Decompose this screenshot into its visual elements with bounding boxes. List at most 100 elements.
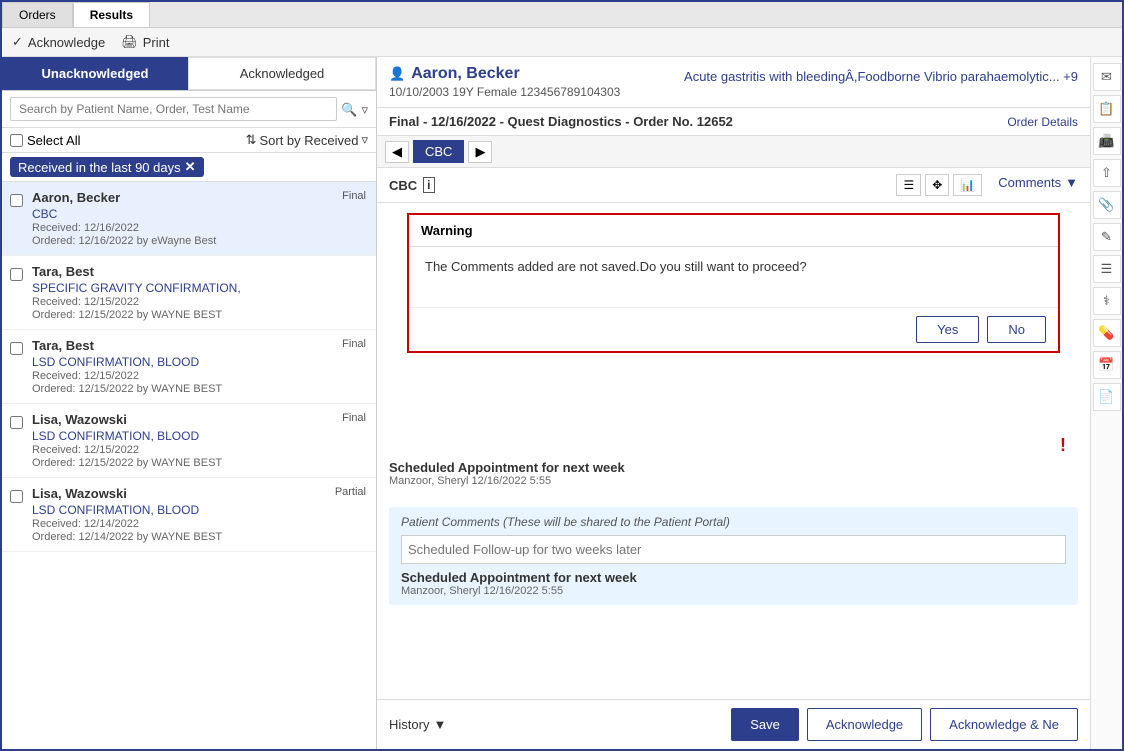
list-item[interactable]: Tara, Best SPECIFIC GRAVITY CONFIRMATION…	[2, 256, 376, 330]
warning-yes-button[interactable]: Yes	[916, 316, 979, 343]
order-details-link[interactable]: Order Details	[1007, 115, 1078, 129]
patient-test: CBC	[32, 207, 366, 221]
patient-ordered: Ordered: 12/15/2022 by WAYNE BEST	[32, 309, 366, 321]
sidebar-clipboard-button[interactable]: 📋	[1093, 95, 1121, 123]
acknowledge-next-button[interactable]: Acknowledge & Ne	[930, 708, 1078, 741]
detail-patient-name: Aaron, Becker	[411, 65, 520, 83]
tab-results[interactable]: Results	[73, 2, 150, 27]
patient-test: LSD CONFIRMATION, BLOOD	[32, 429, 366, 443]
sidebar-calendar-button[interactable]: 📅	[1093, 351, 1121, 379]
order-info-text: Final - 12/16/2022 - Quest Diagnostics -…	[389, 114, 733, 129]
warning-no-button[interactable]: No	[987, 316, 1046, 343]
patient-test: LSD CONFIRMATION, BLOOD	[32, 355, 366, 369]
tab-orders[interactable]: Orders	[2, 2, 73, 27]
filter-tag-close-button[interactable]: ✕	[185, 159, 196, 175]
patient-person-icon: 👤	[389, 66, 405, 82]
select-all-checkbox[interactable]	[10, 134, 23, 147]
warning-buttons: Yes No	[409, 307, 1058, 351]
search-button[interactable]: 🔍	[341, 101, 357, 118]
patient-status: Final	[342, 338, 366, 353]
comment-text: Scheduled Appointment for next week	[389, 460, 1078, 475]
diagnoses-link[interactable]: Acute gastritis with bleedingÂ,Foodborne…	[684, 69, 1078, 84]
patient-checkbox[interactable]	[10, 194, 23, 207]
tab-right-arrow[interactable]: ▶	[468, 141, 492, 163]
right-sidebar: ✉ 📋 📠 ⇧ 📎 ✎ ☰ ⚕ 💊	[1090, 57, 1122, 749]
main-content: Unacknowledged Acknowledged 🔍 ▿ Select A…	[2, 57, 1122, 749]
bottom-bar: History ▼ Save Acknowledge Acknowledge &…	[377, 699, 1090, 749]
list-item[interactable]: Lisa, Wazowski Final LSD CONFIRMATION, B…	[2, 404, 376, 478]
sort-icon: ⇅	[246, 132, 257, 148]
cbc-header: CBC i ☰ ✥ 📊 Comments ▼	[377, 168, 1090, 203]
patient-checkbox[interactable]	[10, 268, 23, 281]
search-input[interactable]	[10, 97, 337, 121]
pill-icon: 💊	[1098, 325, 1114, 341]
list-item[interactable]: Lisa, Wazowski Partial LSD CONFIRMATION,…	[2, 478, 376, 552]
comments-label: Comments	[998, 175, 1061, 190]
detail-dob-info: 10/10/2003 19Y Female 123456789104303	[389, 85, 1078, 99]
tab-acknowledged[interactable]: Acknowledged	[188, 57, 376, 90]
top-tabs: Orders Results	[2, 2, 1122, 28]
filter-icon: ▿	[361, 102, 368, 117]
list-item[interactable]: Aaron, Becker Final CBC Received: 12/16/…	[2, 182, 376, 256]
list-item[interactable]: Tara, Best Final LSD CONFIRMATION, BLOOD…	[2, 330, 376, 404]
sidebar-fax-button[interactable]: 📠	[1093, 127, 1121, 155]
sidebar-list-button[interactable]: ☰	[1093, 255, 1121, 283]
tab-unacknowledged[interactable]: Unacknowledged	[2, 57, 188, 90]
history-button[interactable]: History ▼	[389, 717, 446, 732]
patient-name: Tara, Best	[32, 338, 94, 353]
patient-checkbox[interactable]	[10, 342, 23, 355]
view-icons: ☰ ✥ 📊	[896, 174, 982, 196]
filter-button[interactable]: ▿	[361, 101, 368, 118]
patient-received: Received: 12/15/2022	[32, 296, 366, 308]
patient-test: SPECIFIC GRAVITY CONFIRMATION,	[32, 281, 366, 295]
chart-view-button[interactable]: 📊	[953, 174, 982, 196]
patient-test: LSD CONFIRMATION, BLOOD	[32, 503, 366, 517]
patient-name: Lisa, Wazowski	[32, 486, 127, 501]
sidebar-stethoscope-button[interactable]: ⚕	[1093, 287, 1121, 315]
test-tab-strip: ◀ CBC ▶	[377, 136, 1090, 168]
comment-entry: Scheduled Appointment for next week Manz…	[389, 460, 1078, 487]
sort-button[interactable]: ⇅ Sort by Received ▿	[246, 132, 368, 148]
sidebar-share-button[interactable]: ⇧	[1093, 159, 1121, 187]
save-button[interactable]: Save	[731, 708, 799, 741]
patient-ordered: Ordered: 12/15/2022 by WAYNE BEST	[32, 383, 366, 395]
alert-row: !	[389, 431, 1078, 460]
alert-icon: !	[1060, 435, 1066, 456]
calendar-icon: 📅	[1098, 357, 1114, 373]
patient-name: Lisa, Wazowski	[32, 412, 127, 427]
print-toolbar-button[interactable]: 🖨 Print	[121, 34, 169, 50]
sidebar-paperclip-button[interactable]: 📎	[1093, 191, 1121, 219]
status-tabs: Unacknowledged Acknowledged	[2, 57, 376, 91]
patient-comment-input[interactable]	[401, 535, 1066, 564]
acknowledge-toolbar-button[interactable]: ✓ Acknowledge	[12, 34, 105, 50]
doc-icon: 📄	[1098, 389, 1114, 405]
stethoscope-icon: ⚕	[1103, 293, 1110, 309]
order-info-bar: Final - 12/16/2022 - Quest Diagnostics -…	[377, 108, 1090, 136]
warning-message: The Comments added are not saved.Do you …	[409, 247, 1058, 307]
email-icon: ✉	[1101, 69, 1112, 85]
history-label: History	[389, 717, 429, 732]
patient-checkbox[interactable]	[10, 490, 23, 503]
patient-checkbox[interactable]	[10, 416, 23, 429]
patient-status: Final	[342, 190, 366, 205]
cbc-title-text: CBC	[389, 178, 417, 193]
comments-header[interactable]: Comments ▼	[998, 175, 1078, 190]
patient-comment-entry: Scheduled Appointment for next week Manz…	[401, 570, 1066, 597]
grid-view-button[interactable]: ✥	[925, 174, 949, 196]
tab-left-arrow[interactable]: ◀	[385, 141, 409, 163]
select-all-label[interactable]: Select All	[10, 133, 80, 148]
acknowledge-button[interactable]: Acknowledge	[807, 708, 922, 741]
patient-comments-label: Patient Comments (These will be shared t…	[401, 515, 1066, 529]
sidebar-doc-button[interactable]: 📄	[1093, 383, 1121, 411]
clipboard-icon: 📋	[1098, 101, 1114, 117]
patient-comment2-author: Manzoor, Sheryl 12/16/2022 5:55	[401, 585, 1066, 597]
patient-name: Tara, Best	[32, 264, 94, 279]
sidebar-email-button[interactable]: ✉	[1093, 63, 1121, 91]
paperclip-icon: 📎	[1098, 197, 1114, 213]
patient-comments-section: Patient Comments (These will be shared t…	[389, 507, 1078, 605]
cbc-tab[interactable]: CBC	[413, 140, 464, 163]
table-view-button[interactable]: ☰	[896, 174, 921, 196]
comments-section: ! Scheduled Appointment for next week Ma…	[377, 423, 1090, 503]
sidebar-pill-button[interactable]: 💊	[1093, 319, 1121, 347]
sidebar-edit-button[interactable]: ✎	[1093, 223, 1121, 251]
